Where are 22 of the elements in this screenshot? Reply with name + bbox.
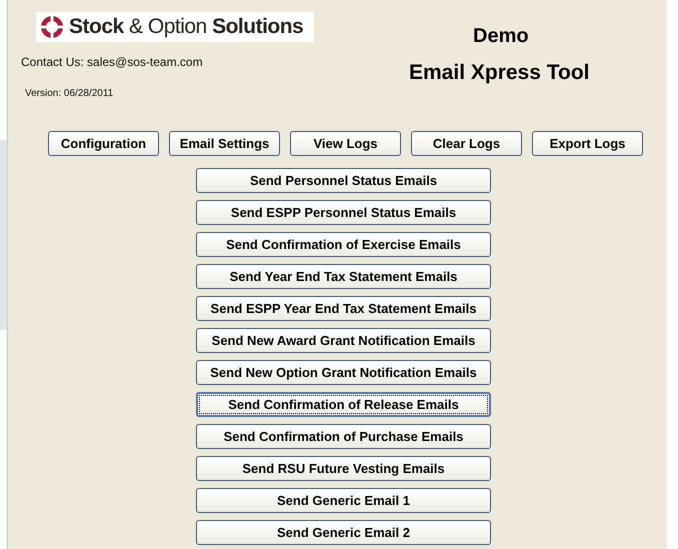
send-email-button[interactable]: Send Personnel Status Emails: [196, 168, 491, 193]
send-email-button[interactable]: Send New Award Grant Notification Emails: [196, 328, 491, 353]
send-email-button[interactable]: Send Year End Tax Statement Emails: [196, 264, 491, 289]
toolbar-button[interactable]: Email Settings: [169, 131, 280, 156]
version-text: Version: 06/28/2011: [25, 87, 114, 101]
logo-text: Stock & Option Solutions: [69, 14, 304, 40]
send-email-button[interactable]: Send ESPP Year End Tax Statement Emails: [196, 296, 491, 321]
toolbar-button[interactable]: Configuration: [48, 131, 159, 156]
send-email-button[interactable]: Send Generic Email 1: [196, 488, 491, 513]
toolbar-button[interactable]: Clear Logs: [411, 131, 522, 156]
contact-text: Contact Us: sales@sos-team.com: [21, 54, 204, 71]
send-email-button[interactable]: Send RSU Future Vesting Emails: [196, 456, 491, 481]
send-email-button[interactable]: Send New Option Grant Notification Emails: [196, 360, 491, 385]
send-email-button[interactable]: Send Confirmation of Release Emails: [196, 392, 491, 417]
app-subtitle: Email Xpress Tool: [409, 60, 590, 86]
send-email-button[interactable]: Send Generic Email 2: [196, 520, 491, 545]
send-email-button[interactable]: Send Confirmation of Purchase Emails: [196, 424, 491, 449]
app-title: Demo: [473, 24, 529, 49]
toolbar-button[interactable]: Export Logs: [532, 131, 643, 156]
toolbar-button[interactable]: View Logs: [290, 131, 401, 156]
send-email-button[interactable]: Send Confirmation of Exercise Emails: [196, 232, 491, 257]
send-email-button[interactable]: Send ESPP Personnel Status Emails: [196, 200, 491, 225]
